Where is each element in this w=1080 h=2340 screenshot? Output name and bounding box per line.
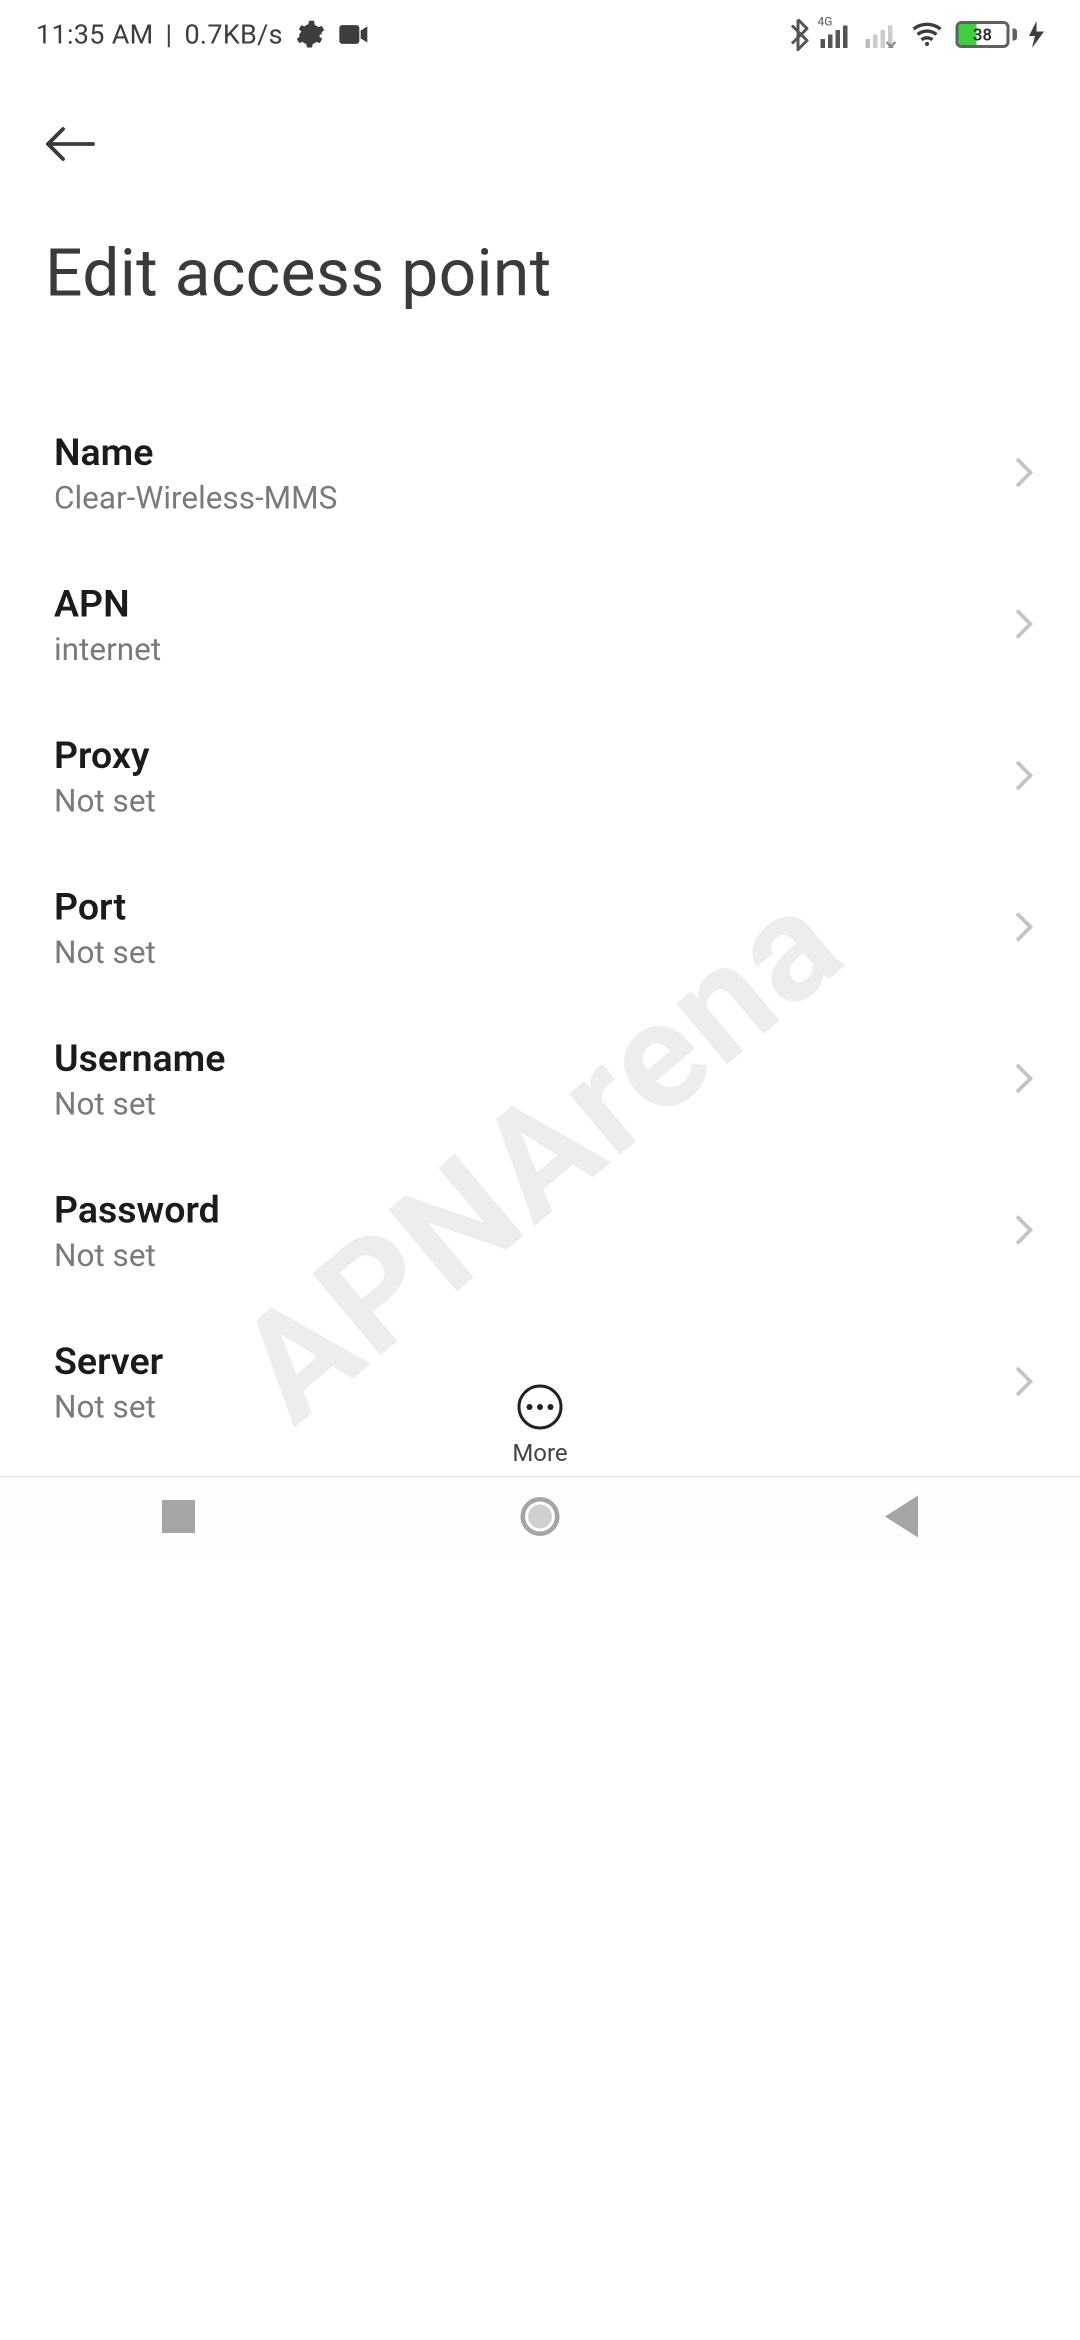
bluetooth-icon bbox=[788, 18, 809, 51]
row-value: internet bbox=[54, 633, 1014, 669]
arrow-left-icon bbox=[45, 126, 96, 162]
battery-icon: 38 bbox=[956, 21, 1018, 48]
row-label: Name bbox=[54, 432, 1014, 476]
bottom-action-bar: More bbox=[0, 1385, 1080, 1477]
status-net-speed: 0.7KB/s bbox=[184, 19, 282, 51]
back-button[interactable] bbox=[45, 114, 105, 174]
dots-icon bbox=[527, 1404, 533, 1410]
signal-none-icon bbox=[866, 21, 899, 48]
signal-4g-icon: 4G bbox=[821, 21, 854, 48]
row-label: Port bbox=[54, 887, 1014, 931]
status-bar: 11:35 AM | 0.7KB/s 4G bbox=[0, 0, 1080, 69]
row-label: Proxy bbox=[54, 735, 1014, 779]
nav-home-icon[interactable] bbox=[520, 1496, 559, 1535]
more-label: More bbox=[512, 1439, 567, 1468]
row-label: APN bbox=[54, 584, 1014, 628]
row-value: Not set bbox=[54, 1088, 1014, 1124]
row-label: Username bbox=[54, 1038, 1014, 1082]
row-value: Not set bbox=[54, 936, 1014, 972]
chevron-right-icon bbox=[1014, 1211, 1035, 1253]
row-port[interactable]: Port Not set bbox=[0, 854, 1080, 1006]
row-value: Not set bbox=[54, 785, 1014, 821]
camera-icon bbox=[337, 23, 370, 47]
page-title: Edit access point bbox=[45, 234, 1035, 312]
row-label: Server bbox=[54, 1341, 1014, 1385]
row-name[interactable]: Name Clear-Wireless-MMS bbox=[0, 399, 1080, 551]
status-time: 11:35 AM bbox=[36, 19, 154, 51]
nav-recents-icon[interactable] bbox=[162, 1499, 195, 1532]
charging-icon bbox=[1029, 21, 1044, 48]
row-label: Password bbox=[54, 1190, 1014, 1234]
chevron-right-icon bbox=[1014, 454, 1035, 496]
settings-list: Name Clear-Wireless-MMS APN internet Pro… bbox=[0, 399, 1080, 1554]
nav-back-icon[interactable] bbox=[884, 1495, 917, 1537]
row-apn[interactable]: APN internet bbox=[0, 551, 1080, 703]
row-value: Not set bbox=[54, 1239, 1014, 1275]
wifi-icon bbox=[911, 21, 944, 48]
chevron-right-icon bbox=[1014, 1060, 1035, 1102]
system-navbar bbox=[0, 1476, 1080, 1554]
status-separator: | bbox=[166, 19, 173, 51]
row-proxy[interactable]: Proxy Not set bbox=[0, 702, 1080, 854]
more-button[interactable] bbox=[518, 1385, 563, 1430]
row-password[interactable]: Password Not set bbox=[0, 1157, 1080, 1309]
row-value: Clear-Wireless-MMS bbox=[54, 482, 1014, 518]
chevron-right-icon bbox=[1014, 605, 1035, 647]
chevron-right-icon bbox=[1014, 908, 1035, 950]
battery-percent: 38 bbox=[959, 24, 1007, 45]
row-username[interactable]: Username Not set bbox=[0, 1005, 1080, 1157]
chevron-right-icon bbox=[1014, 757, 1035, 799]
gear-icon bbox=[295, 20, 325, 50]
